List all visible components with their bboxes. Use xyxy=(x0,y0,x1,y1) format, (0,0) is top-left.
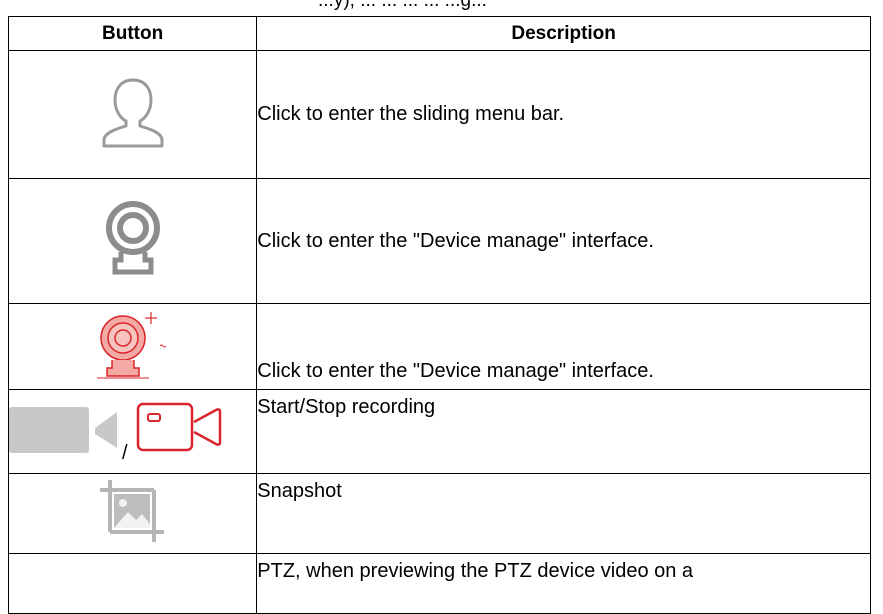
header-button: Button xyxy=(7,16,258,51)
table-row: / Start/Stop recording xyxy=(7,389,871,474)
cut-off-text: ...y), ... ... ... ... ...g... xyxy=(318,0,487,11)
button-cell xyxy=(7,303,258,390)
webcam-gray-icon xyxy=(103,198,163,285)
button-description-table: Button Description Click to enter the sl… xyxy=(7,16,871,614)
table-row: Snapshot xyxy=(7,473,871,554)
description-cell: Click to enter the "Device manage" inter… xyxy=(256,178,871,304)
button-cell xyxy=(7,178,258,304)
table-row: Click to enter the "Device manage" inter… xyxy=(7,178,871,304)
video-camera-gray-icon xyxy=(9,406,123,461)
snapshot-icon xyxy=(98,478,168,549)
button-cell xyxy=(7,473,258,554)
table-row: Click to enter the sliding menu bar. xyxy=(7,50,871,179)
button-cell xyxy=(7,50,258,179)
table-header-row: Button Description xyxy=(7,16,871,51)
table-row: Click to enter the "Device manage" inter… xyxy=(7,303,871,390)
description-cell: Click to enter the sliding menu bar. xyxy=(256,50,871,179)
previous-line-cut-off: ...y), ... ... ... ... ...g... xyxy=(0,0,883,16)
description-cell: Click to enter the "Device manage" inter… xyxy=(256,303,871,390)
description-cell: Snapshot xyxy=(256,473,871,554)
user-silhouette-icon xyxy=(98,74,168,155)
separator-slash: / xyxy=(122,442,128,464)
video-camera-red-icon xyxy=(136,402,222,459)
button-cell xyxy=(7,553,258,614)
webcam-red-add-icon xyxy=(93,304,173,389)
button-cell: / xyxy=(7,389,258,474)
table-row: PTZ, when previewing the PTZ device vide… xyxy=(7,553,871,614)
header-description: Description xyxy=(256,16,871,51)
description-cell: PTZ, when previewing the PTZ device vide… xyxy=(256,553,871,614)
description-cell: Start/Stop recording xyxy=(256,389,871,474)
